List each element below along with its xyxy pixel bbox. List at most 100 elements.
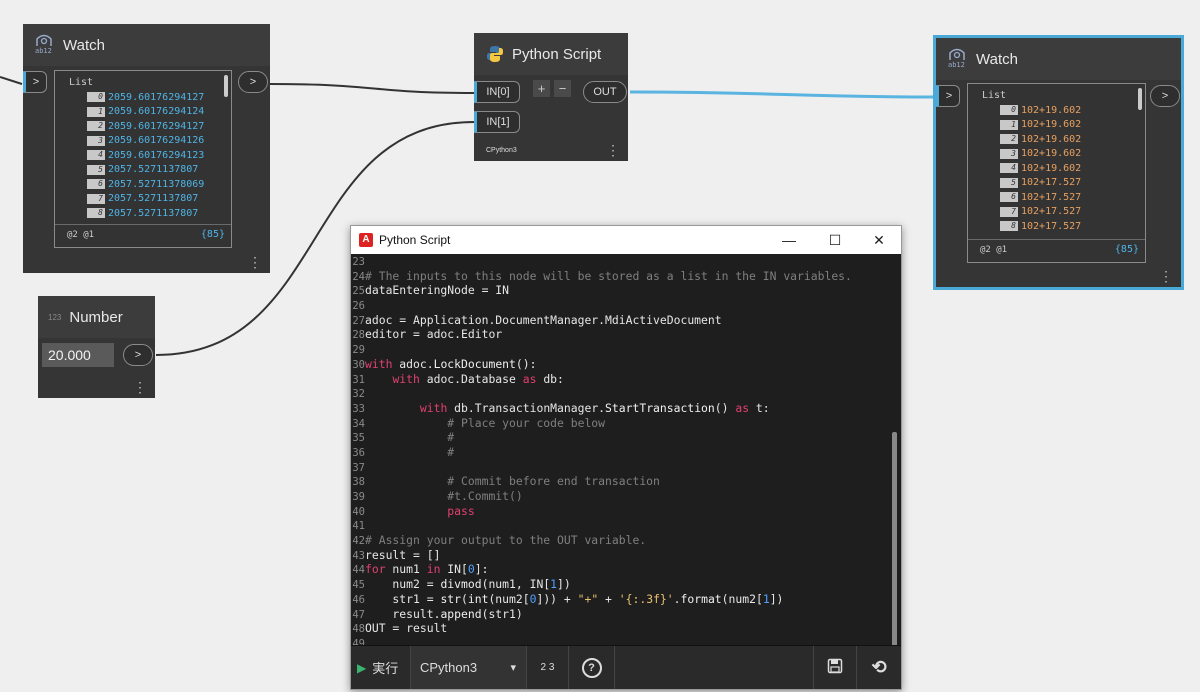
list-item-index: 6 <box>1000 192 1018 203</box>
remove-input-button[interactable]: − <box>554 80 571 97</box>
help-button[interactable]: ? <box>569 646 615 689</box>
python-editor-window[interactable]: A Python Script — ☐ ✕ 23 24# The inputs t… <box>350 225 902 690</box>
code-token: pass <box>447 503 475 518</box>
input-port-in0[interactable]: IN[0] <box>474 81 520 103</box>
convert-tabs-button[interactable]: 2 3 <box>527 646 569 689</box>
chevron-down-icon: ▾ <box>510 662 516 674</box>
output-port[interactable]: > <box>123 344 153 366</box>
close-button[interactable]: ✕ <box>859 226 899 254</box>
watch-list-box[interactable]: List 0 102+19.602 1 102+19.602 2 102+19.602 3 1… <box>967 83 1146 263</box>
python-icon <box>486 45 504 63</box>
watch-icon-label: ab12 <box>948 61 965 69</box>
code-line: 24# The inputs to this node will be stor… <box>351 269 901 284</box>
node-menu-icon[interactable]: ⋮ <box>606 143 620 157</box>
watch-node-right[interactable]: ab12 Watch > > List 0 102+19.602 1 102+19.6… <box>933 35 1184 290</box>
watch-node-left[interactable]: ab12 Watch > > List 0 2059.60176294127 1 20… <box>23 24 270 273</box>
input-port[interactable]: > <box>936 85 960 107</box>
input-port[interactable]: > <box>23 71 47 93</box>
engine-dropdown[interactable]: CPython3 ▾ <box>411 646 527 689</box>
watch-list-box[interactable]: List 0 2059.60176294127 1 2059.60176294124 2… <box>54 70 232 248</box>
list-levels: @2 @1 <box>980 245 1008 255</box>
list-item: 5 2057.5271137807 <box>87 163 219 178</box>
watch-icon-label: ab12 <box>35 47 52 55</box>
code-line: 38 # Commit before end transaction <box>351 474 901 489</box>
code-token: db: <box>536 371 564 386</box>
line-number: 32 <box>352 388 365 401</box>
save-button[interactable] <box>813 646 857 689</box>
list-scrollbar[interactable] <box>1138 88 1142 110</box>
code-editor[interactable]: 23 24# The inputs to this node will be st… <box>351 254 901 645</box>
maximize-button[interactable]: ☐ <box>815 226 855 254</box>
line-number: 26 <box>352 300 365 313</box>
code-token: (num2[ <box>721 591 763 606</box>
node-header[interactable]: ab12 Watch <box>936 38 1181 80</box>
app-icon: A <box>359 233 373 247</box>
python-script-node[interactable]: Python Script IN[0] IN[1] + − OUT CPytho… <box>474 33 628 161</box>
code-line: 34 # Place your code below <box>351 416 901 431</box>
number-value-input[interactable]: 20.000 <box>42 343 114 367</box>
input-port-in1[interactable]: IN[1] <box>474 111 520 133</box>
wire-watch-to-in0 <box>269 83 475 94</box>
engine-label: CPython3 <box>486 147 517 154</box>
output-port[interactable]: > <box>238 71 268 93</box>
list-item: 3 2059.60176294126 <box>87 134 219 149</box>
code-line: 39 #t.Commit() <box>351 489 901 504</box>
run-button[interactable]: ▶ 実行 <box>351 646 411 689</box>
node-menu-icon[interactable]: ⋮ <box>133 380 147 394</box>
watch-icon: ab12 <box>946 48 968 70</box>
list-item-index: 8 <box>87 208 105 219</box>
node-menu-icon[interactable]: ⋮ <box>248 255 262 269</box>
node-header[interactable]: 123 Number <box>38 296 155 338</box>
list-item-index: 8 <box>1000 221 1018 232</box>
list-item-index: 1 <box>1000 119 1018 130</box>
number-node[interactable]: 123 Number 20.000 > ⋮ <box>38 296 155 398</box>
code-token: with <box>365 356 393 371</box>
list-scrollbar[interactable] <box>224 75 228 97</box>
revert-icon: ⟲ <box>871 657 887 677</box>
code-token: int <box>467 591 489 606</box>
code-line: 26 <box>351 298 901 313</box>
list-item-value: 102+17.527 <box>1021 220 1082 232</box>
code-line: 45 num2 = divmod(num1, IN[1]) <box>351 577 901 592</box>
editor-scrollbar[interactable] <box>892 432 897 647</box>
add-input-button[interactable]: + <box>533 80 550 97</box>
code-token: + <box>598 591 619 606</box>
list-item-index: 2 <box>1000 134 1018 145</box>
code-token: (): <box>515 356 537 371</box>
code-line: 41 <box>351 518 901 533</box>
output-port[interactable]: > <box>1150 85 1180 107</box>
code-token: LockDocument <box>433 356 516 371</box>
code-token: (num1, IN[ <box>481 577 551 592</box>
list-levels: @2 @1 <box>67 230 95 240</box>
code-line: 29 <box>351 342 901 357</box>
line-number: 41 <box>352 520 365 533</box>
output-port-out[interactable]: OUT <box>583 81 627 103</box>
code-token: ( <box>461 591 468 606</box>
wire-left-in <box>0 76 23 85</box>
revert-button[interactable]: ⟲ <box>857 646 901 689</box>
node-header[interactable]: Python Script <box>474 33 628 75</box>
line-number: 37 <box>352 461 365 474</box>
code-token: str1 = <box>365 591 441 606</box>
code-token: str <box>440 591 462 606</box>
node-header[interactable]: ab12 Watch <box>23 24 270 66</box>
code-token: (str1) <box>481 606 523 621</box>
list-item: 8 102+17.527 <box>1000 219 1133 234</box>
list-item-value: 102+19.602 <box>1021 119 1082 131</box>
list-item: 3 102+19.602 <box>1000 147 1133 162</box>
code-line: 35 # <box>351 430 901 445</box>
minimize-button[interactable]: — <box>769 226 809 254</box>
list-item-value: 2057.5271137807 <box>108 207 199 219</box>
node-menu-icon[interactable]: ⋮ <box>1159 269 1173 283</box>
line-number: 48 <box>352 623 365 636</box>
list-item-value: 2057.52711378069 <box>108 178 205 190</box>
code-token: in <box>426 562 441 577</box>
code-line: 42# Assign your output to the OUT variab… <box>351 533 901 548</box>
code-line: 44for num1 in IN[0]: <box>351 562 901 577</box>
window-titlebar[interactable]: A Python Script — ☐ ✕ <box>351 226 901 254</box>
